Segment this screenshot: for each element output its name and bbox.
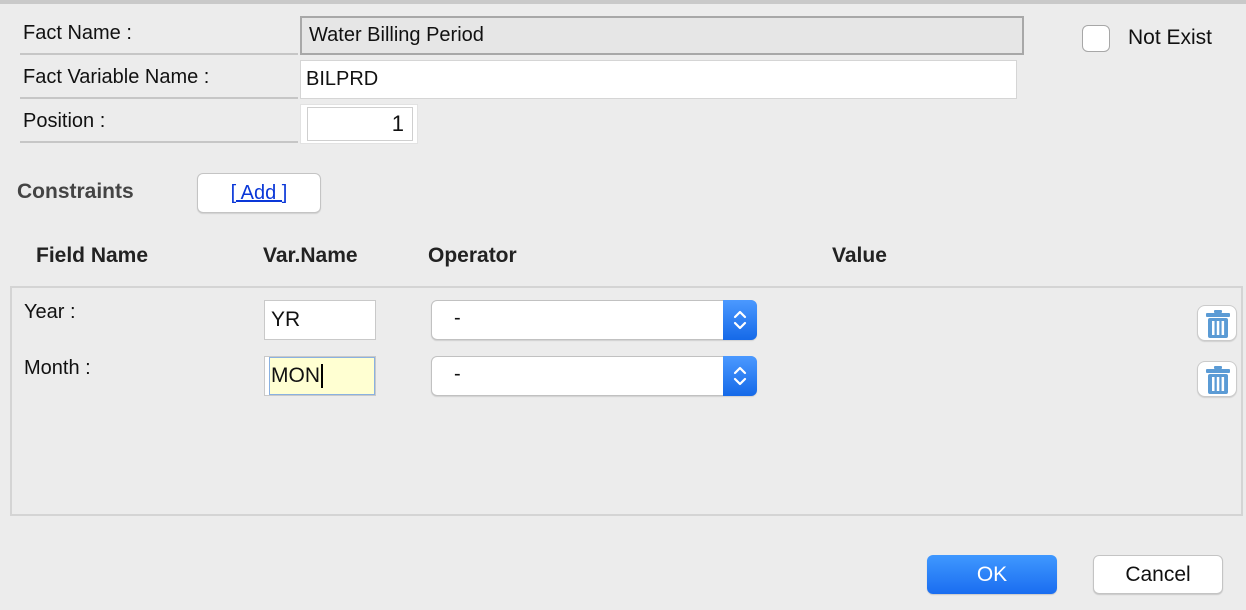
- position-label: Position :: [20, 103, 298, 143]
- constraints-title: Constraints: [17, 180, 134, 203]
- constraint-var-input-year[interactable]: YR: [264, 300, 376, 340]
- text-caret: [321, 364, 323, 389]
- position-input[interactable]: 1: [307, 107, 413, 141]
- operator-select-year[interactable]: -: [431, 300, 757, 340]
- add-constraint-button[interactable]: [ Add ]: [197, 173, 321, 213]
- not-exist-checkbox[interactable]: [1082, 25, 1110, 52]
- top-divider: [0, 0, 1246, 4]
- not-exist-label[interactable]: Not Exist: [1128, 26, 1212, 50]
- fact-name-label: Fact Name :: [20, 15, 298, 55]
- fact-variable-name-input[interactable]: BILPRD: [300, 60, 1017, 99]
- fact-name-field: Water Billing Period: [300, 16, 1024, 55]
- column-header-operator: Operator: [428, 244, 517, 267]
- column-header-field-name: Field Name: [36, 244, 149, 267]
- constraint-field-year: Year :: [24, 301, 76, 323]
- column-header-value: Value: [832, 244, 887, 267]
- chevron-up-down-icon: [723, 356, 757, 396]
- constraint-var-month: MON: [271, 364, 320, 387]
- constraint-var-input-month[interactable]: MON: [264, 356, 376, 396]
- position-field-frame: 1: [300, 104, 418, 144]
- column-header-var-name: Var.Name: [263, 244, 358, 267]
- delete-constraint-year-button[interactable]: [1197, 305, 1237, 341]
- fact-variable-name-label: Fact Variable Name :: [20, 59, 298, 99]
- operator-value-year: -: [454, 307, 461, 329]
- chevron-up-down-icon: [723, 300, 757, 340]
- cancel-button[interactable]: Cancel: [1093, 555, 1223, 594]
- constraint-field-month: Month :: [24, 357, 91, 379]
- operator-select-month[interactable]: -: [431, 356, 757, 396]
- operator-value-month: -: [454, 363, 461, 385]
- ok-button[interactable]: OK: [927, 555, 1057, 594]
- constraint-var-year: YR: [271, 308, 301, 331]
- delete-constraint-month-button[interactable]: [1197, 361, 1237, 397]
- add-constraint-link[interactable]: [ Add ]: [231, 182, 288, 204]
